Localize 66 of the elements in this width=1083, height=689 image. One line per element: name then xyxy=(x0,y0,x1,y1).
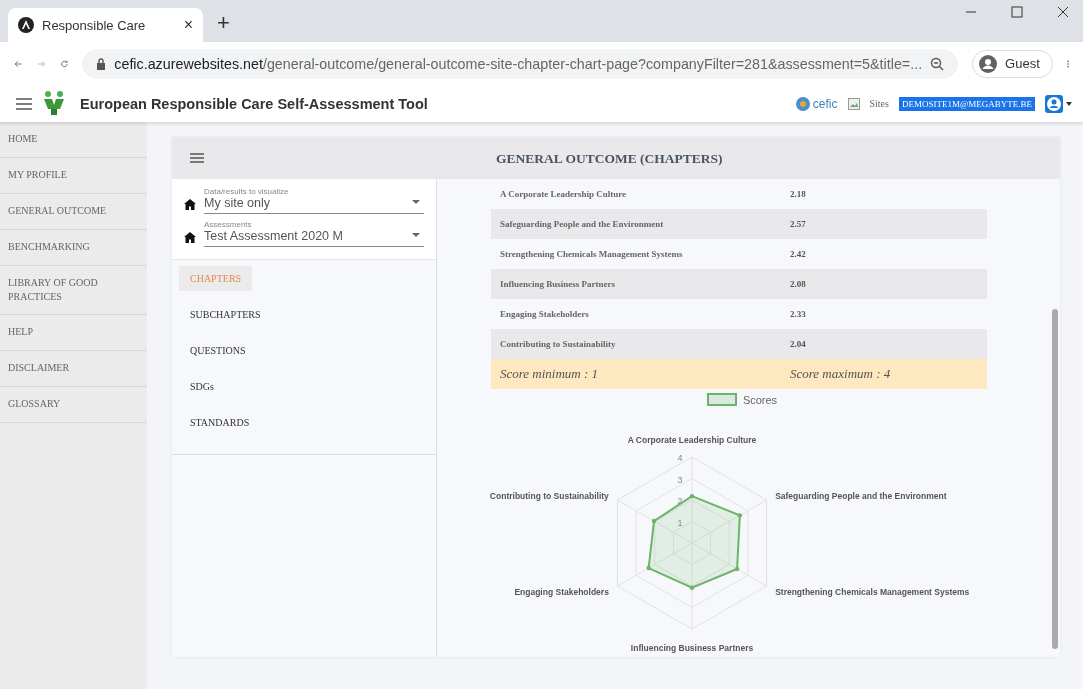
caret-icon xyxy=(412,233,420,237)
account-icon[interactable] xyxy=(1045,94,1073,113)
partner-logo-text: cefic xyxy=(812,96,838,111)
caret-icon xyxy=(412,200,420,204)
user-email[interactable]: DEMOSITE1M@MEGABYTE.BE xyxy=(898,96,1035,111)
select-field[interactable]: Data/results to visualize My site only xyxy=(204,187,424,214)
axis-category-label: Contributing to Sustainability xyxy=(489,491,609,501)
close-tab-button[interactable]: × xyxy=(183,16,193,34)
axis-tick-label: 1 xyxy=(677,517,683,528)
chapter-score: 2.08 xyxy=(790,279,806,289)
menu-icon[interactable] xyxy=(16,97,32,110)
chapter-score: 2.04 xyxy=(790,339,806,349)
chapter-name: Contributing to Sustainability xyxy=(500,339,617,349)
browser-tab[interactable]: Responsible Care × xyxy=(8,8,203,42)
axis-tick-label: 4 xyxy=(677,453,683,463)
chapter-score: 2.18 xyxy=(790,189,806,199)
home-icon xyxy=(184,199,196,210)
axis-category-label: Influencing Business Partners xyxy=(630,643,754,653)
chapter-name: Safeguarding People and the Environment xyxy=(500,219,665,229)
sidebar-item[interactable]: MY PROFILE xyxy=(0,158,147,194)
new-tab-button[interactable]: + xyxy=(217,10,230,36)
tab-title: Responsible Care xyxy=(42,17,147,33)
chapter-name: A Corporate Leadership Culture xyxy=(500,189,628,199)
axis-category-label: Strengthening Chemicals Management Systems xyxy=(775,587,970,597)
panel-title: GENERAL OUTCOME (CHAPTERS) xyxy=(496,151,723,166)
close-icon[interactable] xyxy=(1057,6,1069,18)
chart-view-tab[interactable]: SDGs xyxy=(179,374,225,399)
maximize-icon[interactable] xyxy=(1011,6,1023,18)
flower-logo-icon xyxy=(794,95,811,112)
select-field[interactable]: Assessments Test Assessment 2020 M xyxy=(204,220,424,247)
lock-icon xyxy=(96,57,107,70)
sidebar-item[interactable]: GLOSSARY xyxy=(0,387,147,423)
axis-category-label: Engaging Stakeholders xyxy=(514,587,609,597)
url-text: cefic.azurewebsites.net/general-outcome/general-outcome-site-chapter-chart-page?companyFilter=281&assessment=5&title=... xyxy=(114,55,923,72)
home-icon xyxy=(184,232,196,243)
chapter-score: 2.57 xyxy=(790,219,806,229)
chapter-score: 2.33 xyxy=(790,309,806,319)
sidebar-item[interactable]: HELP xyxy=(0,315,147,351)
chapter-name: Strengthening Chemicals Management Systems xyxy=(500,249,684,259)
legend-swatch[interactable] xyxy=(706,393,737,406)
chapter-name: Influencing Business Partners xyxy=(500,279,616,289)
chart-view-tab[interactable]: STANDARDS xyxy=(179,410,261,435)
app-title: European Responsible Care Self-Assessment Tool xyxy=(80,95,428,112)
chart-view-tab[interactable]: SUBCHAPTERS xyxy=(179,302,272,327)
chapter-score: 2.42 xyxy=(790,249,806,259)
axis-tick-label: 3 xyxy=(677,474,683,485)
chart-view-tab[interactable]: QUESTIONS xyxy=(179,338,257,363)
sidebar-item[interactable]: HOME xyxy=(0,122,147,158)
broken-image-icon xyxy=(847,97,860,110)
menu-icon[interactable] xyxy=(190,153,204,163)
sites-link[interactable]: Sites xyxy=(869,98,889,109)
sidebar-item[interactable]: LIBRARY OF GOOD PRACTICES xyxy=(0,266,147,315)
sidebar-item[interactable]: DISCLAIMER xyxy=(0,351,147,387)
sidebar-item[interactable]: BENCHMARKING xyxy=(0,230,147,266)
axis-category-label: A Corporate Leadership Culture xyxy=(627,435,757,445)
zoom-icon[interactable] xyxy=(930,56,945,71)
score-minimum: Score minimum : 1 xyxy=(500,366,600,382)
scrollbar-thumb[interactable] xyxy=(1052,309,1058,649)
sidebar-item[interactable]: GENERAL OUTCOME xyxy=(0,194,147,230)
axis-category-label: Safeguarding People and the Environment xyxy=(775,491,947,501)
score-maximum: Score maximum : 4 xyxy=(790,366,891,382)
address-field[interactable]: cefic.azurewebsites.net/general-outcome/general-outcome-site-chapter-chart-page?companyFilter=281&assessment=5&title=... xyxy=(82,48,959,79)
legend-label[interactable]: Scores xyxy=(742,393,778,406)
app-logo-icon xyxy=(18,17,34,33)
chapter-name: Engaging Stakeholders xyxy=(500,309,590,319)
avatar-icon xyxy=(979,54,998,73)
